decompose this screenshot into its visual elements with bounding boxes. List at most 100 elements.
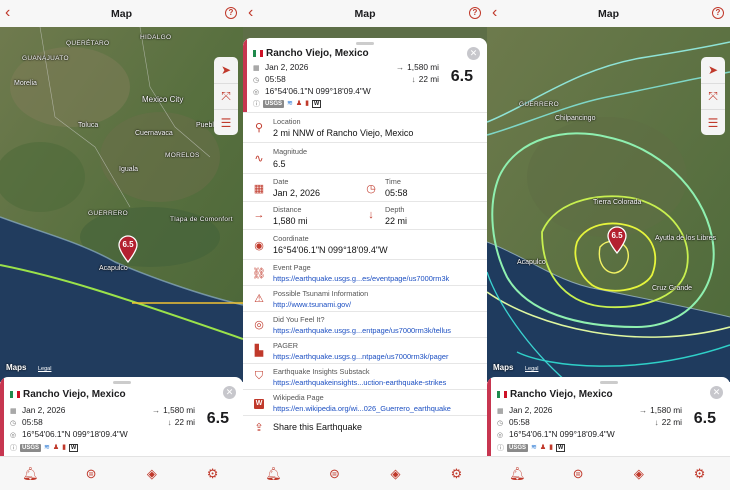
- bell-icon[interactable]: 🔔︎: [502, 466, 532, 482]
- list-icon[interactable]: ☰: [214, 109, 238, 135]
- close-icon[interactable]: ✕: [710, 386, 723, 399]
- chevron-left-icon[interactable]: ‹: [248, 4, 253, 22]
- feed-icon[interactable]: ⊜: [563, 466, 593, 482]
- place-name: Rancho Viejo, Mexico: [23, 389, 126, 400]
- coordinate-row: ◎ 16°54'06.1"N 099°18'09.4"W: [497, 429, 615, 439]
- time-row: ◷ 05:58: [497, 417, 530, 427]
- sheet-grabber[interactable]: [599, 381, 618, 384]
- magnitude-color-bar: [0, 377, 4, 456]
- close-icon[interactable]: ✕: [467, 47, 480, 60]
- calendar-icon: ▦: [253, 183, 265, 195]
- screen-map-zoomed: ‹ Map ? GUERRERO Chilpancingo Tierra Col…: [487, 0, 730, 490]
- date-row: ▦ Jan 2, 2026: [253, 62, 309, 72]
- map-label: Acapulco: [99, 265, 128, 272]
- usgs-badge: USGS: [20, 444, 42, 452]
- page-title: Map: [111, 7, 132, 20]
- coordinate-row: ◎ 16°54'06.1"N 099°18'09.4"W: [253, 86, 371, 96]
- earthquake-pin[interactable]: 6.5: [606, 226, 628, 254]
- feed-icon[interactable]: ⊜: [76, 466, 106, 482]
- pager-row[interactable]: ▙ PAGER https://earthquake.usgs.g...ntpa…: [243, 337, 487, 363]
- fit-bounds-icon[interactable]: ⤧: [214, 83, 238, 109]
- target-icon: ◎: [254, 319, 264, 331]
- gear-icon[interactable]: ⚙: [442, 466, 472, 482]
- warning-icon: ⚠: [254, 293, 264, 305]
- share-row[interactable]: ⇪ Share this Earthquake: [243, 415, 487, 439]
- question-circle-icon[interactable]: ?: [225, 7, 237, 19]
- map-label: Tierra Colorada: [593, 199, 642, 206]
- fit-bounds-icon[interactable]: ⤧: [701, 83, 725, 109]
- close-icon[interactable]: ✕: [223, 386, 236, 399]
- tab-bar: 🔔︎ ⊜ ◈ ⚙: [243, 456, 487, 490]
- pin-magnitude: 6.5: [611, 231, 623, 240]
- substack-row[interactable]: ⛉ Earthquake Insights Substack https://e…: [243, 363, 487, 389]
- layers-icon[interactable]: ◈: [381, 466, 411, 482]
- location-arrow-icon[interactable]: ➤: [701, 57, 725, 83]
- chevron-left-icon[interactable]: ‹: [492, 4, 497, 22]
- distance-value: → 1,580 mi: [638, 405, 682, 415]
- map-label: QUERÉTARO: [66, 40, 110, 47]
- list-icon[interactable]: ☰: [701, 109, 725, 135]
- share-icon: ⇪: [254, 422, 264, 434]
- screen-earthquake-detail: ‹ Map ? ✕ Rancho Viejo, Mexico ▦ Jan 2, 2…: [243, 0, 487, 490]
- legal-link[interactable]: Legal: [525, 366, 538, 372]
- magnitude-color-bar: [243, 38, 247, 113]
- earthquake-pin[interactable]: 6.5: [117, 235, 139, 263]
- tsunami-row[interactable]: ⚠ Possible Tsunami Information http://ww…: [243, 285, 487, 311]
- tab-bar: 🔔︎ ⊜ ◈ ⚙: [487, 456, 730, 490]
- link-icon: ⛓: [252, 268, 266, 280]
- pin-magnitude: 6.5: [122, 240, 134, 249]
- date-time-row: ▦ Date Jan 2, 2026 ◷ Time 05:58: [243, 173, 487, 201]
- question-circle-icon[interactable]: ?: [712, 7, 724, 19]
- location-row: ⚲ Location 2 mi NNW of Rancho Viejo, Mex…: [243, 112, 487, 142]
- sheet-grabber[interactable]: [356, 42, 374, 45]
- bookmark-icon: ▮: [62, 444, 67, 451]
- wikipedia-row[interactable]: W Wikipedia Page https://en.wikipedia.or…: [243, 389, 487, 415]
- place-name: Rancho Viejo, Mexico: [266, 48, 369, 59]
- map-label: Cuernavaca: [135, 130, 173, 137]
- map-label: GUERRERO: [519, 101, 559, 108]
- layers-icon[interactable]: ◈: [137, 466, 167, 482]
- magnitude-value: 6.5: [450, 68, 473, 85]
- location-arrow-icon[interactable]: ➤: [214, 57, 238, 83]
- map-view[interactable]: GUERRERO Chilpancingo Tierra Colorada Ac…: [487, 27, 730, 382]
- map-label: Acapulco: [517, 259, 546, 266]
- arrow-down-icon: ↓: [167, 417, 172, 427]
- gear-icon[interactable]: ⚙: [685, 466, 715, 482]
- gear-icon[interactable]: ⚙: [198, 466, 228, 482]
- depth-value: ↓ 22 mi: [654, 417, 682, 427]
- badge-row: ⓘ USGS ≋ ♟ ▮ W: [497, 444, 566, 452]
- arrow-right-icon: →: [151, 405, 161, 415]
- place-name: Rancho Viejo, Mexico: [510, 389, 613, 400]
- dyfi-row[interactable]: ◎ Did You Feel It? https://earthquake.us…: [243, 311, 487, 337]
- sheet-grabber[interactable]: [112, 381, 131, 384]
- page-title: Map: [354, 7, 376, 20]
- clock-icon: ◷: [10, 420, 17, 427]
- arrow-down-icon: ↓: [368, 209, 374, 221]
- bell-icon[interactable]: 🔔︎: [15, 466, 45, 482]
- legal-link[interactable]: Legal: [38, 366, 51, 372]
- usgs-badge: USGS: [263, 100, 285, 108]
- magnitude-row: ∿ Magnitude 6.5: [243, 142, 487, 173]
- earthquake-summary-card[interactable]: ✕ Rancho Viejo, Mexico ▦ Jan 2, 2026 ◷ 05:…: [0, 377, 243, 456]
- layers-icon[interactable]: ◈: [624, 466, 654, 482]
- nav-bar: ‹ Map ?: [487, 0, 730, 27]
- chevron-left-icon[interactable]: ‹: [5, 4, 10, 22]
- map-controls: ➤ ⤧ ☰: [214, 57, 238, 135]
- usgs-badge: USGS: [507, 444, 529, 452]
- coordinate-row: ◉ Coordinate 16°54'06.1"N 099°18'09.4"W: [243, 229, 487, 259]
- map-view[interactable]: HIDALGO QUERÉTARO GUANAJUATO Morelia Mex…: [0, 27, 243, 382]
- location-icon: ⚲: [254, 122, 264, 134]
- distance-value: → 1,580 mi: [151, 405, 195, 415]
- question-circle-icon[interactable]: ?: [469, 7, 481, 19]
- bell-icon[interactable]: 🔔︎: [259, 466, 289, 482]
- map-label: Toluca: [78, 122, 99, 129]
- nav-bar: ‹ Map ?: [0, 0, 243, 27]
- earthquake-summary-card[interactable]: ✕ Rancho Viejo, Mexico ▦ Jan 2, 2026 ◷ 05:…: [487, 377, 730, 456]
- feed-icon[interactable]: ⊜: [320, 466, 350, 482]
- badge-row: ⓘ USGS ≋ ♟ ▮ W: [253, 100, 322, 108]
- pulse-icon: ∿: [254, 153, 264, 165]
- compass-icon: ◉: [254, 240, 264, 252]
- detail-sheet[interactable]: ✕ Rancho Viejo, Mexico ▦ Jan 2, 2026 ◷ 05:…: [243, 38, 487, 490]
- bookmark-icon: ⛉: [254, 370, 264, 382]
- event-page-row[interactable]: ⛓ Event Page https://earthquake.usgs.g..…: [243, 259, 487, 285]
